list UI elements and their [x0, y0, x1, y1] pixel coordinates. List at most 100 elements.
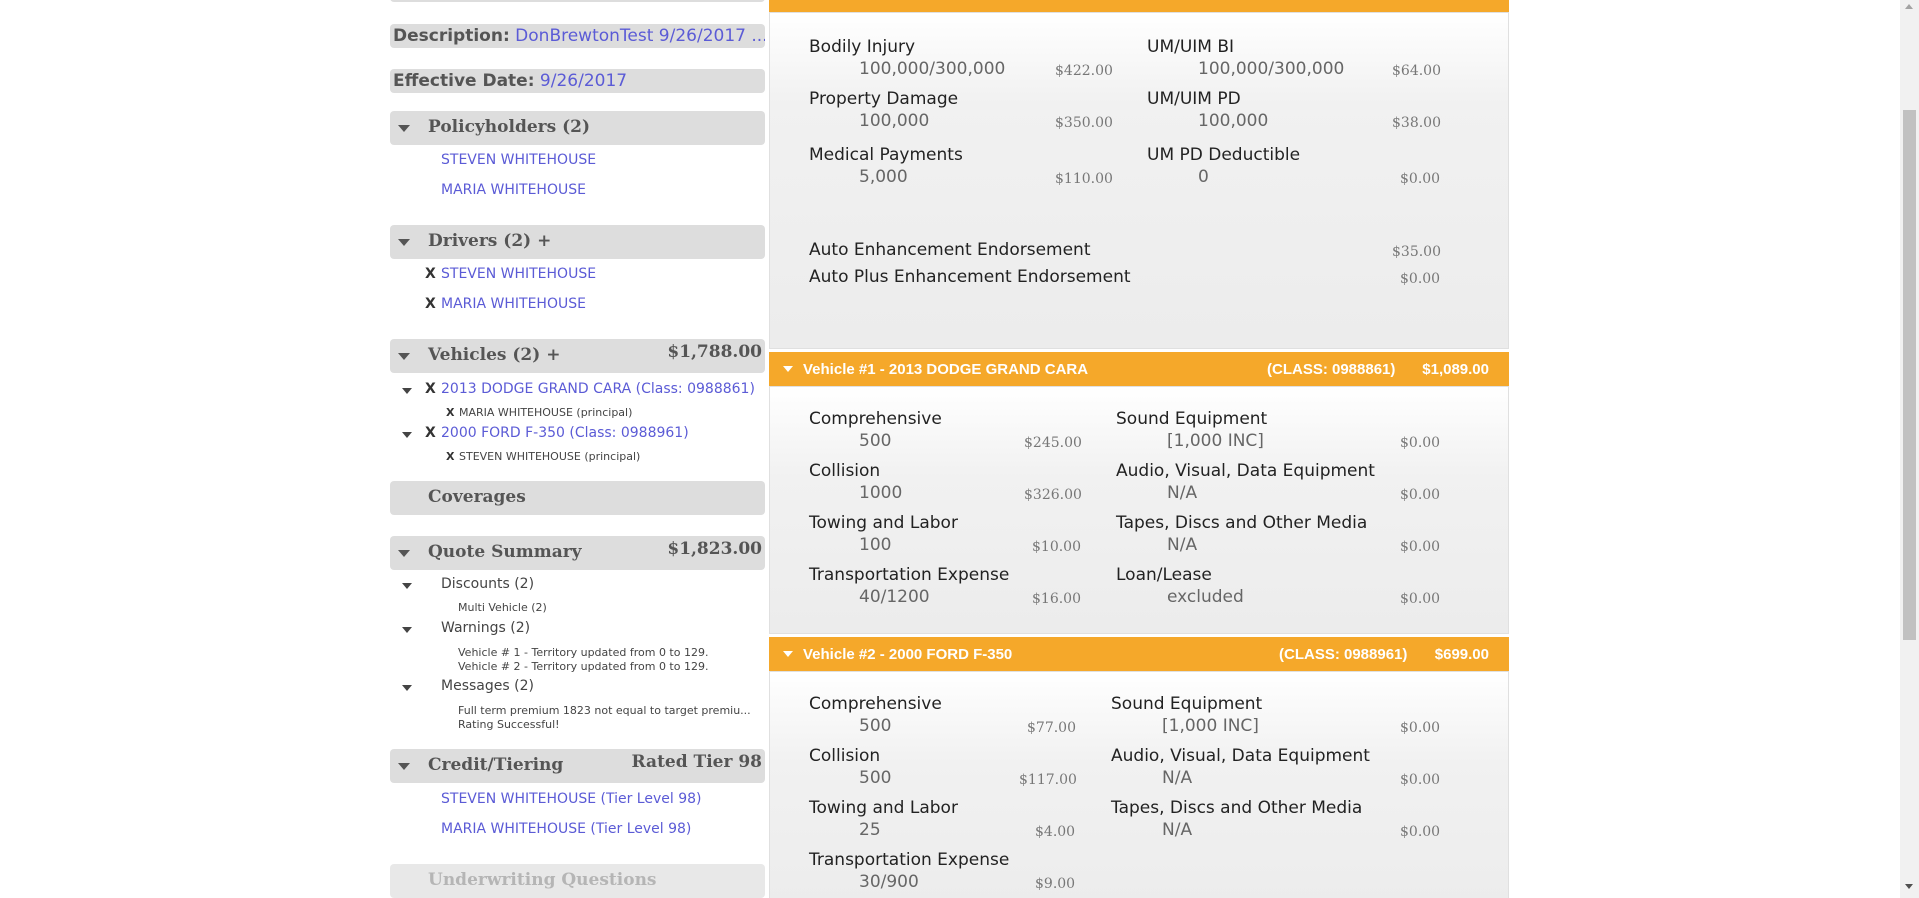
coverage-limit[interactable]: 100,000/300,000 — [859, 59, 1005, 79]
coverage-limit[interactable]: 1000 — [859, 483, 902, 503]
vehicles-title[interactable]: Vehicles (2) + — [428, 345, 560, 365]
policyholder-link[interactable]: STEVEN WHITEHOUSE — [441, 152, 596, 168]
vehicle-2-header[interactable]: Vehicle #2 - 2000 FORD F-350 (CLASS: 098… — [769, 637, 1509, 671]
vehicle-link[interactable]: 2000 FORD F-350 (Class: 0988961) — [441, 425, 689, 441]
tier-link[interactable]: STEVEN WHITEHOUSE (Tier Level 98) — [441, 791, 701, 807]
remove-assignment-icon[interactable]: X — [446, 450, 454, 463]
credit-tiering-header[interactable]: Credit/Tiering Rated Tier 98 — [390, 749, 765, 783]
coverage-name: Tapes, Discs and Other Media — [1111, 798, 1363, 818]
scroll-up-arrow-icon[interactable] — [1905, 4, 1913, 9]
description-value[interactable]: DonBrewtonTest 9/26/2017 ... — [515, 26, 765, 46]
vehicle-1-class: (CLASS: 0988861) — [1267, 361, 1396, 378]
messages-label[interactable]: Messages (2) — [441, 678, 534, 694]
coverage-name: Medical Payments — [809, 145, 963, 165]
coverage-name: UM PD Deductible — [1147, 145, 1301, 165]
coverage-limit[interactable]: 100,000 — [1198, 111, 1268, 131]
driver-link[interactable]: MARIA WHITEHOUSE — [441, 296, 586, 312]
tier-link[interactable]: MARIA WHITEHOUSE (Tier Level 98) — [441, 821, 691, 837]
collapse-triangle-icon[interactable] — [398, 763, 410, 770]
quote-summary-banner[interactable] — [769, 0, 1509, 12]
vehicle-link[interactable]: 2013 DODGE GRAND CARA (Class: 0988861) — [441, 381, 755, 397]
coverage-premium: $10.00 — [1032, 539, 1081, 555]
coverage-name: Audio, Visual, Data Equipment — [1111, 746, 1370, 766]
quote-summary-header[interactable]: Quote Summary $1,823.00 — [390, 536, 765, 570]
expand-triangle-icon[interactable] — [402, 388, 412, 394]
coverages-header[interactable]: Coverages — [390, 481, 765, 515]
collapse-triangle-icon[interactable] — [402, 583, 412, 589]
coverage-name: Property Damage — [809, 89, 959, 109]
remove-vehicle-icon[interactable]: X — [425, 425, 436, 441]
coverage-limit[interactable]: 500 — [859, 431, 891, 451]
vehicle-1-coverages-panel: Comprehensive 500 $245.00 Collision 1000… — [769, 386, 1509, 634]
expand-triangle-icon[interactable] — [402, 432, 412, 438]
coverage-premium: $0.00 — [1400, 487, 1441, 503]
underwriting-header[interactable]: Underwriting Questions — [390, 864, 765, 898]
collapse-triangle-icon[interactable] — [402, 627, 412, 633]
scrollbar-thumb[interactable] — [1903, 110, 1916, 640]
quote-summary-amount: $1,823.00 — [667, 539, 762, 559]
collapse-triangle-icon[interactable] — [783, 366, 793, 372]
endorsement-name[interactable]: Auto Enhancement Endorsement — [809, 240, 1091, 260]
effective-date-bar[interactable]: Effective Date: 9/26/2017 — [390, 69, 765, 93]
coverage-name: UM/UIM PD — [1147, 89, 1241, 109]
description-bar[interactable]: Description: DonBrewtonTest 9/26/2017 ..… — [390, 24, 765, 48]
coverage-limit[interactable]: 100,000/300,000 — [1198, 59, 1344, 79]
coverage-limit[interactable]: N/A — [1162, 820, 1192, 840]
coverage-limit[interactable]: 0 — [1198, 167, 1209, 187]
coverage-premium: $117.00 — [1019, 772, 1077, 788]
coverage-premium: $110.00 — [1055, 171, 1113, 187]
endorsement-name[interactable]: Auto Plus Enhancement Endorsement — [809, 267, 1131, 287]
driver-link[interactable]: STEVEN WHITEHOUSE — [441, 266, 596, 282]
coverage-limit[interactable]: excluded — [1167, 587, 1244, 607]
collapse-triangle-icon[interactable] — [398, 353, 410, 360]
collapse-triangle-icon[interactable] — [398, 239, 410, 246]
effective-date-value[interactable]: 9/26/2017 — [540, 71, 627, 91]
coverage-limit[interactable]: N/A — [1162, 768, 1192, 788]
vehicles-header[interactable]: Vehicles (2) + $1,788.00 — [390, 339, 765, 373]
coverage-limit[interactable]: 30/900 — [859, 872, 919, 892]
coverage-limit[interactable]: [1,000 INC] — [1162, 716, 1259, 736]
discounts-label[interactable]: Discounts (2) — [441, 576, 534, 592]
remove-assignment-icon[interactable]: X — [446, 406, 454, 419]
coverage-name: Sound Equipment — [1111, 694, 1263, 714]
coverage-premium: $422.00 — [1055, 63, 1113, 79]
remove-driver-icon[interactable]: X — [425, 266, 436, 282]
policyholders-header[interactable]: Policyholders (2) — [390, 111, 765, 145]
vehicle-2-price: $699.00 — [1434, 646, 1489, 663]
remove-vehicle-icon[interactable]: X — [425, 381, 436, 397]
coverage-limit[interactable]: 100 — [859, 535, 891, 555]
coverage-limit[interactable]: 40/1200 — [859, 587, 930, 607]
coverage-limit[interactable]: 25 — [859, 820, 881, 840]
coverages-title[interactable]: Coverages — [428, 487, 526, 507]
coverage-limit[interactable]: N/A — [1167, 483, 1197, 503]
drivers-header[interactable]: Drivers (2) + — [390, 225, 765, 259]
coverage-name: Loan/Lease — [1116, 565, 1212, 585]
coverage-limit[interactable]: 5,000 — [859, 167, 908, 187]
scroll-down-arrow-icon[interactable] — [1905, 884, 1913, 889]
coverage-limit[interactable]: 500 — [859, 716, 891, 736]
policy-coverages-panel: Bodily Injury 100,000/300,000 $422.00 Pr… — [769, 12, 1509, 349]
coverage-premium: $0.00 — [1400, 591, 1441, 607]
coverage-limit[interactable]: 100,000 — [859, 111, 929, 131]
top-section-bar[interactable] — [390, 0, 765, 2]
collapse-triangle-icon[interactable] — [398, 125, 410, 132]
coverage-limit[interactable]: N/A — [1167, 535, 1197, 555]
coverage-limit[interactable]: 500 — [859, 768, 891, 788]
credit-tiering-title: Credit/Tiering — [428, 755, 564, 775]
policyholder-link[interactable]: MARIA WHITEHOUSE — [441, 182, 586, 198]
message-item: Rating Successful! — [458, 718, 560, 731]
coverage-name: Tapes, Discs and Other Media — [1116, 513, 1368, 533]
collapse-triangle-icon[interactable] — [402, 685, 412, 691]
collapse-triangle-icon[interactable] — [398, 550, 410, 557]
coverage-limit[interactable]: [1,000 INC] — [1167, 431, 1264, 451]
warning-item: Vehicle # 2 - Territory updated from 0 t… — [458, 660, 709, 673]
underwriting-title[interactable]: Underwriting Questions — [428, 870, 657, 890]
coverage-premium: $326.00 — [1024, 487, 1082, 503]
page-scrollbar[interactable] — [1900, 0, 1919, 898]
coverage-name: Transportation Expense — [809, 850, 1010, 870]
warnings-label[interactable]: Warnings (2) — [441, 620, 530, 636]
vehicle-1-header[interactable]: Vehicle #1 - 2013 DODGE GRAND CARA (CLAS… — [769, 352, 1509, 386]
remove-driver-icon[interactable]: X — [425, 296, 436, 312]
drivers-title[interactable]: Drivers (2) + — [428, 231, 551, 251]
collapse-triangle-icon[interactable] — [783, 651, 793, 657]
